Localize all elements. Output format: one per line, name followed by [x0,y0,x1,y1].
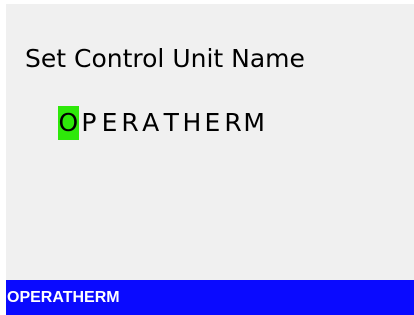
unit-name-field[interactable]: OPERATHERM [58,106,265,140]
name-char[interactable]: M [243,106,265,140]
name-char[interactable]: R [120,106,141,140]
name-char[interactable]: P [79,106,100,140]
name-char[interactable]: A [140,106,161,140]
status-bar: OPERATHERM [6,280,414,315]
name-char[interactable]: E [202,106,223,140]
lcd-screen: Set Control Unit Name OPERATHERM OPERATH… [6,4,414,315]
screen-title: Set Control Unit Name [25,44,305,73]
name-char[interactable]: T [161,106,182,140]
name-char[interactable]: E [99,106,120,140]
name-char-cursor[interactable]: O [58,106,79,140]
name-char[interactable]: R [223,106,244,140]
name-char[interactable]: H [182,106,203,140]
